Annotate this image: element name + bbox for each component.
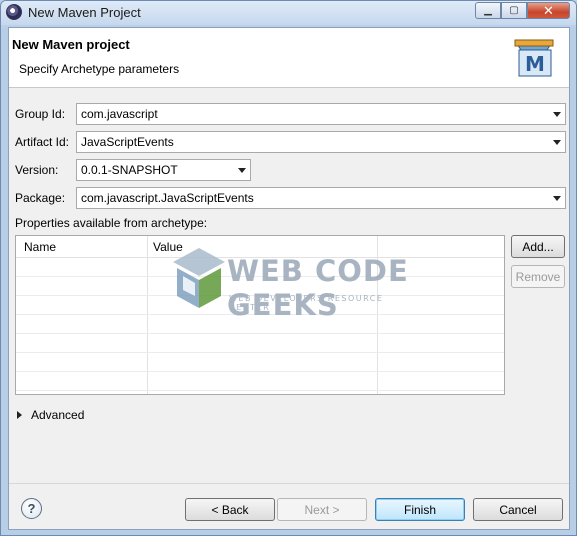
properties-label: Properties available from archetype:	[15, 216, 208, 230]
add-button[interactable]: Add...	[511, 235, 565, 258]
close-button[interactable]: ✕	[527, 2, 570, 19]
chevron-down-icon[interactable]	[553, 140, 561, 145]
package-row: Package: com.javascript.JavaScriptEvents	[9, 187, 569, 209]
table-row[interactable]	[16, 353, 504, 372]
title-bar[interactable]: New Maven Project ▁ ▢ ✕	[1, 1, 576, 25]
footer-divider	[9, 483, 569, 484]
table-row[interactable]	[16, 277, 504, 296]
chevron-right-icon[interactable]	[17, 411, 22, 419]
window-controls: ▁ ▢ ✕	[475, 2, 570, 19]
cancel-button-label: Cancel	[499, 502, 537, 517]
maximize-icon: ▢	[509, 5, 519, 16]
package-value: com.javascript.JavaScriptEvents	[81, 191, 254, 205]
page-title: New Maven project	[12, 37, 130, 52]
table-row[interactable]	[16, 296, 504, 315]
artifact-id-value: JavaScriptEvents	[81, 135, 174, 149]
chevron-down-icon[interactable]	[553, 196, 561, 201]
window-title: New Maven Project	[28, 5, 141, 20]
group-id-value: com.javascript	[81, 107, 158, 121]
remove-button-label: Remove	[515, 269, 561, 284]
version-value: 0.0.1-SNAPSHOT	[81, 163, 178, 177]
help-button[interactable]: ?	[21, 498, 42, 519]
properties-table[interactable]: Name Value	[15, 235, 505, 395]
finish-button-label: Finish	[403, 502, 436, 517]
group-id-row: Group Id: com.javascript	[9, 103, 569, 125]
table-row[interactable]	[16, 315, 504, 334]
package-label: Package:	[15, 191, 66, 205]
maven-icon: M	[514, 39, 554, 77]
artifact-id-combo[interactable]: JavaScriptEvents	[76, 131, 566, 153]
cancel-button[interactable]: Cancel	[473, 498, 563, 521]
table-header: Name Value	[16, 236, 504, 258]
group-id-combo[interactable]: com.javascript	[76, 103, 566, 125]
wizard-header: New Maven project Specify Archetype para…	[9, 28, 569, 88]
version-combo[interactable]: 0.0.1-SNAPSHOT	[76, 159, 251, 181]
add-button-label: Add...	[522, 239, 554, 254]
column-header-value[interactable]: Value	[153, 240, 183, 254]
table-row[interactable]	[16, 334, 504, 353]
back-button[interactable]: < Back	[185, 498, 275, 521]
advanced-toggle[interactable]: Advanced	[17, 408, 84, 422]
close-icon: ✕	[543, 2, 554, 18]
maven-icon-letter: M	[525, 52, 545, 76]
page-subtitle: Specify Archetype parameters	[19, 62, 180, 76]
maximize-button[interactable]: ▢	[501, 2, 527, 19]
table-row[interactable]	[16, 372, 504, 391]
version-row: Version: 0.0.1-SNAPSHOT	[9, 159, 569, 181]
dialog-window: New Maven Project ▁ ▢ ✕ New Maven projec…	[0, 0, 577, 536]
artifact-id-label: Artifact Id:	[15, 135, 70, 149]
version-label: Version:	[15, 163, 59, 177]
remove-button[interactable]: Remove	[511, 265, 565, 288]
column-header-name[interactable]: Name	[24, 240, 56, 254]
help-icon: ?	[27, 501, 36, 516]
dialog-client-area: New Maven project Specify Archetype para…	[8, 27, 570, 530]
advanced-label: Advanced	[31, 408, 85, 422]
next-button-label: Next >	[304, 502, 340, 517]
minimize-button[interactable]: ▁	[475, 2, 501, 19]
minimize-icon: ▁	[484, 5, 492, 16]
eclipse-icon	[6, 4, 22, 20]
back-button-label: < Back	[211, 502, 249, 517]
next-button[interactable]: Next >	[277, 498, 367, 521]
finish-button[interactable]: Finish	[375, 498, 465, 521]
chevron-down-icon[interactable]	[238, 168, 246, 173]
chevron-down-icon[interactable]	[553, 112, 561, 117]
group-id-label: Group Id:	[15, 107, 66, 121]
artifact-id-row: Artifact Id: JavaScriptEvents	[9, 131, 569, 153]
table-row[interactable]	[16, 258, 504, 277]
package-combo[interactable]: com.javascript.JavaScriptEvents	[76, 187, 566, 209]
